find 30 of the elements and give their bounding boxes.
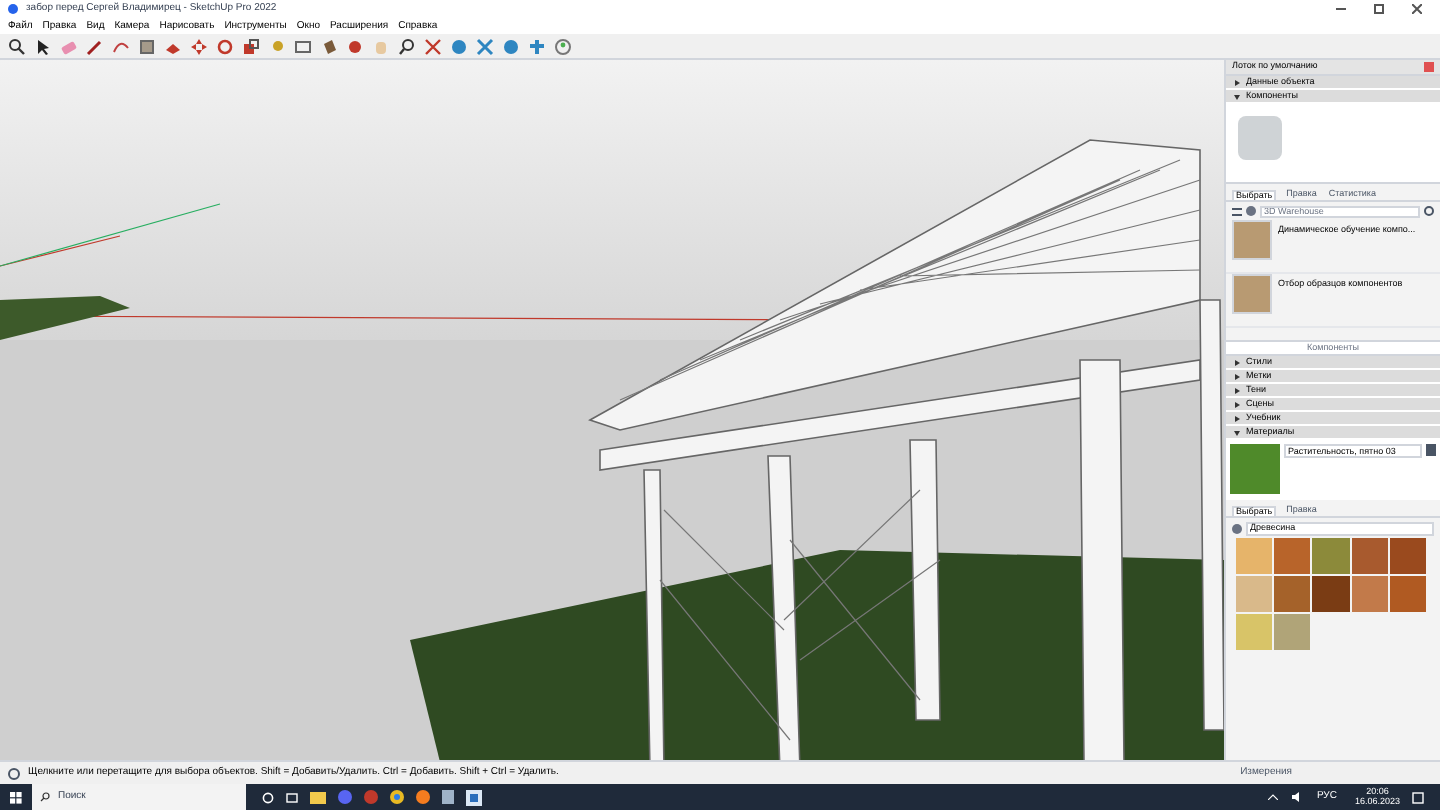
material-swatch[interactable] [1274, 614, 1311, 650]
material-swatch-preview [1230, 444, 1280, 494]
material-swatch[interactable] [1312, 538, 1350, 574]
material-swatch[interactable] [1389, 576, 1426, 612]
material-swatch[interactable] [1236, 576, 1273, 612]
notification-icon[interactable] [1412, 791, 1424, 803]
zoom-icon[interactable] [398, 37, 416, 55]
browser-icon[interactable] [364, 790, 378, 804]
pencil-icon[interactable] [86, 37, 104, 55]
arc-icon[interactable] [112, 37, 130, 55]
cursor-icon[interactable] [34, 37, 52, 55]
material-swatch[interactable] [1351, 538, 1388, 574]
rectangle-icon[interactable] [138, 37, 156, 55]
task-view-circle-icon[interactable] [262, 791, 274, 803]
maximize-icon[interactable] [1374, 4, 1384, 14]
list-icon[interactable] [1232, 207, 1242, 215]
material-swatch[interactable] [1312, 576, 1350, 612]
scale-icon[interactable] [242, 37, 260, 55]
material-swatch[interactable] [1274, 576, 1311, 612]
material-swatch[interactable] [1274, 538, 1311, 574]
material-swatch[interactable] [1389, 538, 1426, 574]
material-swatch[interactable] [1351, 576, 1388, 612]
app-icon [8, 4, 18, 14]
material-swatch[interactable] [1236, 614, 1273, 650]
move-icon[interactable] [190, 37, 208, 55]
material-swatch[interactable] [1236, 538, 1273, 574]
task-view-icon[interactable] [286, 791, 298, 803]
volume-icon[interactable] [1292, 792, 1305, 802]
cross-icon[interactable] [476, 37, 494, 55]
rotate-icon[interactable] [216, 37, 234, 55]
